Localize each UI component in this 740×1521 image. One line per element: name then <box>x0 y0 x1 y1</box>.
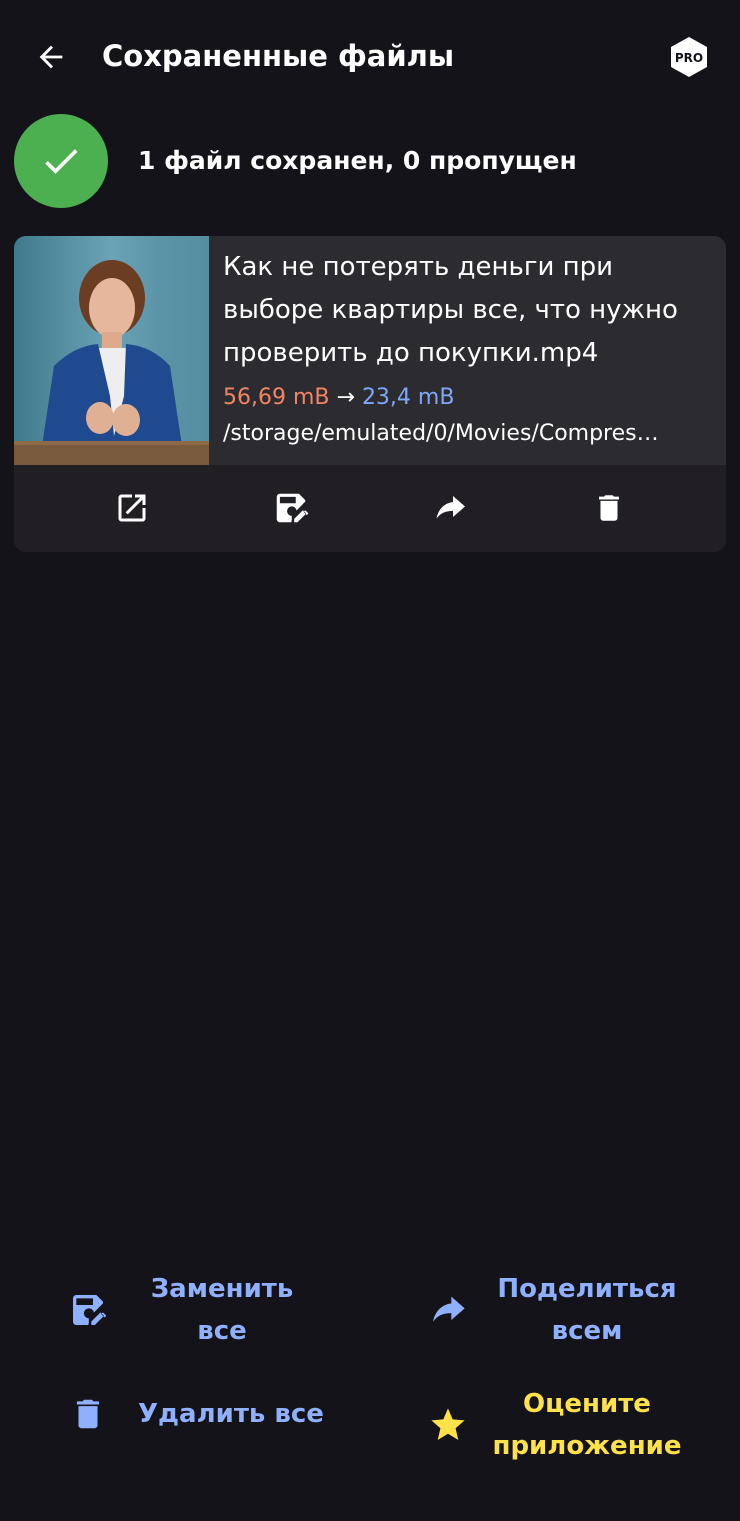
replace-all-label: Заменить все <box>150 1274 294 1346</box>
rate-app-label: Оцените приложение <box>492 1389 682 1461</box>
share-icon <box>433 1296 465 1322</box>
file-info: Как не потерять деньги при выборе кварти… <box>223 246 713 449</box>
compressed-size: 23,4 mB <box>361 385 455 410</box>
save-edit-icon <box>73 1295 107 1325</box>
pro-badge[interactable]: PRO <box>668 36 710 78</box>
delete-icon <box>599 495 619 521</box>
status-text: 1 файл сохранен, 0 пропущен <box>138 146 577 175</box>
share-all-button[interactable]: Поделиться всем <box>424 1268 714 1352</box>
original-size: 56,69 mB <box>223 385 330 410</box>
pro-badge-label: PRO <box>675 51 703 65</box>
success-indicator <box>14 114 108 208</box>
page-title: Сохраненные файлы <box>102 39 455 73</box>
rate-app-button[interactable]: Оцените приложение <box>424 1383 714 1467</box>
open-button[interactable] <box>105 481 159 535</box>
file-card: Как не потерять деньги при выборе кварти… <box>14 236 726 552</box>
back-button[interactable] <box>28 34 74 80</box>
save-edit-icon <box>276 493 309 523</box>
share-icon <box>436 496 465 519</box>
replace-button[interactable] <box>264 481 318 535</box>
file-actions-bar <box>14 465 726 552</box>
pro-hexagon-icon: PRO <box>671 37 707 77</box>
delete-all-icon-wrap <box>64 1390 112 1438</box>
video-thumbnail[interactable] <box>14 236 209 465</box>
open-external-icon <box>118 494 146 522</box>
file-path: /storage/emulated/0/Movies/Compres… <box>223 421 659 446</box>
replace-all-button[interactable]: Заменить все <box>64 1268 334 1352</box>
app-bar: Сохраненные файлы PRO <box>0 0 740 112</box>
delete-all-button[interactable]: Удалить все <box>64 1390 344 1438</box>
saved-files-screen: Сохраненные файлы PRO 1 файл сохранен, 0… <box>0 0 740 1521</box>
file-title: Как не потерять деньги при выборе кварти… <box>223 252 678 368</box>
delete-icon <box>76 1399 100 1429</box>
replace-all-icon-wrap <box>64 1286 112 1334</box>
check-icon <box>45 149 78 174</box>
star-icon <box>431 1408 465 1440</box>
share-button[interactable] <box>423 481 477 535</box>
save-status: 1 файл сохранен, 0 пропущен <box>14 114 726 208</box>
share-all-label: Поделиться всем <box>497 1274 677 1346</box>
rate-app-icon-wrap <box>424 1401 472 1449</box>
file-size-change: 56,69 mB → 23,4 mB <box>223 383 713 413</box>
delete-button[interactable] <box>582 481 636 535</box>
size-arrow: → <box>336 385 355 410</box>
arrow-left-icon <box>39 45 63 69</box>
share-all-icon-wrap <box>424 1286 472 1334</box>
video-thumbnail-image <box>14 236 209 465</box>
delete-all-label: Удалить все <box>138 1399 324 1429</box>
